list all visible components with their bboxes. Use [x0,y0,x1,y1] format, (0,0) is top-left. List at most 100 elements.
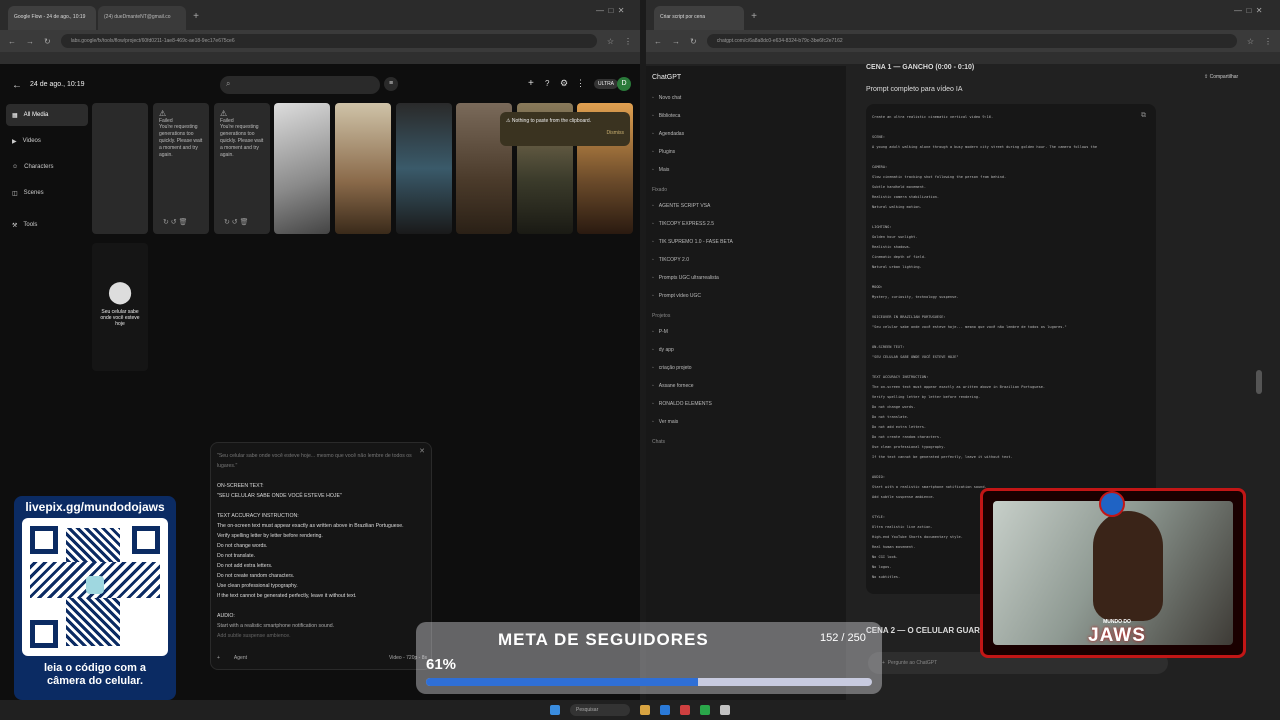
star-icon[interactable]: ☆ [607,37,614,46]
sidebar-item-videos[interactable]: ▶ Videos [6,130,88,152]
media-thumbnail-monitor[interactable] [274,103,330,234]
reload-icon[interactable]: ↻ [690,37,697,46]
globe-icon [1099,491,1125,517]
prompt-editor[interactable]: ✕ "Seu celular sabe onde você esteve hoj… [210,442,432,670]
sidebar-item-characters[interactable]: ☺ Characters [6,156,88,178]
media-thumbnail-street[interactable] [335,103,391,234]
code-line: Natural urban lighting. [872,265,922,269]
webcam-overlay: MUNDO DO JAWS [980,488,1246,658]
windows-taskbar: Pesquisar [0,700,1280,720]
code-line: Slow cinematic tracking shot following t… [872,175,1007,179]
new-tab-plus-icon[interactable]: + [188,6,204,30]
back-arrow-icon[interactable]: ← [12,80,22,91]
menu-dots-icon[interactable]: ⋮ [1264,37,1272,46]
chats-heading: Chats [652,439,666,445]
prompt-footer: + Agent Video - 720p - 8s [217,653,427,663]
warning-icon: ⚠ [220,109,228,118]
close-icon[interactable]: ✕ [419,447,425,457]
chatgpt-sidebar-item[interactable]: ◦ Biblioteca [646,107,846,125]
media-card-failed[interactable]: ⚠ Failed You're requesting generations t… [214,103,270,234]
window-controls[interactable]: — □ ✕ [1234,6,1262,15]
media-thumbnail-location-pin[interactable]: ⬤ Seu celular sabe onde você esteve hoje [92,243,148,371]
settings-gear-icon[interactable]: ⚙ [560,78,568,89]
sidebar-item-all-media[interactable]: ▦ All Media [6,104,88,126]
file-explorer-icon[interactable] [640,705,650,715]
forward-arrow-icon[interactable]: → [672,37,680,46]
chatgpt-sidebar-item[interactable]: ◦ TIKCOPY EXPRESS 2.5 [646,215,846,233]
prompt-line: Add subtle suspense ambience. [217,633,291,639]
edge-icon[interactable] [660,705,670,715]
share-button[interactable]: ⇪ Compartilhar [1204,74,1238,80]
url-field[interactable]: labs.google/fx/tools/flow/project/60fd02… [60,34,597,48]
chatgpt-sidebar-item[interactable]: ◦ Novo chat [646,89,846,107]
media-thumbnail-loading[interactable] [92,103,148,234]
chatgpt-sidebar-item[interactable]: ◦ Assane fornece [646,377,846,395]
code-line: Do not change words. [872,405,916,409]
app-icon[interactable] [680,705,690,715]
sidebar-item-label: AGENTE SCRIPT VSA [658,203,711,209]
sidebar-item-label: Prompts UGC ultrarrealista [658,275,719,281]
agent-button[interactable]: Agent [234,653,247,663]
menu-dots-icon[interactable]: ⋮ [624,37,632,46]
sidebar-item-label: TIKCOPY EXPRESS 2.5 [658,221,714,227]
media-card-failed[interactable]: ⚠ Failed You're requesting generations t… [153,103,209,234]
window-controls[interactable]: — □ ✕ [596,6,624,15]
chatgpt-sidebar-item[interactable]: ◦ RONALDO ELEMENTS [646,395,846,413]
new-tab-plus-icon[interactable]: + [746,6,762,30]
taskbar-search[interactable]: Pesquisar [570,704,630,716]
avatar[interactable]: D [617,77,631,91]
copy-icon[interactable]: ⧉ [1141,110,1146,120]
star-icon[interactable]: ☆ [1247,37,1254,46]
search-input[interactable]: ⌕ [220,76,380,94]
toast-dismiss-button[interactable]: Dismiss [506,130,625,136]
more-icon[interactable]: ⋮ [576,78,585,89]
app-icon[interactable] [720,705,730,715]
chatgpt-sidebar-item[interactable]: ◦ Ver mais [646,413,846,431]
sidebar-item-scenes[interactable]: ◫ Scenes [6,182,88,204]
chatgpt-sidebar-item[interactable]: ◦ dy app [646,341,846,359]
tab-gmail[interactable]: (24) dueDmanteNT@gmail.co [98,6,186,30]
code-line: Mystery, curiosity, technology suspense. [872,295,959,299]
code-line: If the text cannot be generated perfectl… [872,455,1013,459]
sidebar-item-tools[interactable]: ⚒ Tools [6,214,88,236]
filter-icon[interactable]: ≡ [384,77,398,91]
retry-icon[interactable]: ↻ ↺ 🗑 [224,218,249,226]
reload-icon[interactable]: ↻ [44,37,51,46]
retry-icon[interactable]: ↻ ↺ 🗑 [163,218,188,226]
back-arrow-icon[interactable]: ← [8,37,16,46]
map-card-text: Seu celular sabe onde você esteve hoje [100,309,140,327]
back-arrow-icon[interactable]: ← [654,37,662,46]
add-icon[interactable]: + [217,653,220,663]
media-thumbnail-phone-map[interactable] [396,103,452,234]
chatgpt-sidebar-item[interactable]: ◦ criação projeto [646,359,846,377]
chrome-icon[interactable] [700,705,710,715]
scrollbar[interactable] [1256,370,1262,394]
prompt-line: AUDIO: [217,613,235,619]
chatgpt-sidebar-item[interactable]: ◦ AGENTE SCRIPT VSA [646,197,846,215]
chatgpt-sidebar-item[interactable]: ◦ TIK SUPREMO 1.0 - FASE BETA [646,233,846,251]
search-icon: ⌕ [226,79,231,88]
chatgpt-sidebar-item[interactable]: ◦ Plugins [646,143,846,161]
add-icon[interactable]: + [528,78,534,89]
url-field[interactable]: chatgpt.com/c/6a8a8dc0-e634-8324-b79c-3b… [706,34,1237,48]
chatgpt-sidebar-item[interactable]: ◦ Prompt vídeo UGC [646,287,846,305]
tab-google-flow[interactable]: Google Flow - 24 de ago., 10:19 [8,6,96,30]
goal-count: 152 / 250 [820,632,866,644]
code-line: Use clean professional typography. [872,445,946,449]
code-line: Realistic shadows. [872,245,911,249]
qr-caption: leia o código com a câmera do celular. [18,662,172,688]
chatgpt-sidebar-item[interactable]: ◦ Prompts UGC ultrarrealista [646,269,846,287]
prompt-heading: Prompt completo para vídeo IA [866,86,963,93]
help-icon[interactable]: ? [545,79,549,88]
flow-app-header: ← 24 de ago., 10:19 ⌕ ≡ + ? ⚙ ⋮ ULTRA D [0,72,640,100]
forward-arrow-icon[interactable]: → [26,37,34,46]
code-line [872,152,1150,162]
chatgpt-sidebar-item[interactable]: ◦ Agendadas [646,125,846,143]
chatgpt-sidebar-item[interactable]: ◦ Mais [646,161,846,179]
folder-icon: ◦ [652,365,654,371]
chatgpt-sidebar-item[interactable]: ◦ TIKCOPY 2.0 [646,251,846,269]
tab-chatgpt[interactable]: Criar script por cena [654,6,744,30]
start-icon[interactable] [550,705,560,715]
gpt-icon: ◦ [652,203,654,209]
chatgpt-sidebar-item[interactable]: ◦ P-M [646,323,846,341]
